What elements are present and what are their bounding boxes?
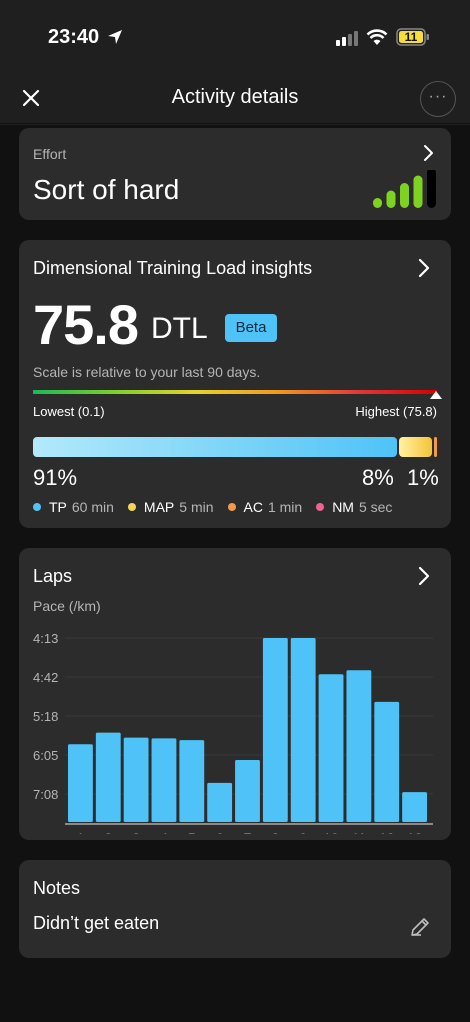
battery-level: 11	[404, 30, 418, 44]
intensity-distribution-bar	[33, 437, 437, 457]
legend-item-ac: AC 1 min	[227, 499, 303, 515]
distribution-segment-map	[399, 437, 432, 457]
y-tick-label: 5:18	[33, 709, 58, 724]
effort-label: Effort	[33, 146, 67, 162]
beta-badge: Beta	[225, 314, 277, 342]
y-tick-label: 6:05	[33, 748, 58, 763]
effort-bar	[373, 198, 382, 208]
x-tick-label: 12	[379, 830, 395, 834]
legend-dot-icon	[33, 503, 41, 511]
legend-name: TP	[49, 499, 67, 515]
distribution-segment-ac	[434, 437, 437, 457]
dtl-scale-bar	[33, 390, 437, 394]
dtl-insights-card[interactable]: Dimensional Training Load insights 75.8 …	[19, 240, 451, 528]
y-tick-label: 4:13	[33, 631, 58, 646]
x-tick-label: 1	[77, 830, 85, 834]
edit-pencil-icon[interactable]	[409, 916, 431, 938]
top-navigation-bar: Activity details ···	[0, 72, 470, 124]
lap-bar[interactable]	[374, 701, 400, 822]
percent-tp: 91%	[33, 465, 78, 490]
chevron-right-icon[interactable]	[417, 566, 431, 586]
status-bar: 23:40 11	[0, 0, 470, 72]
dtl-title: Dimensional Training Load insights	[33, 258, 313, 278]
lap-bar[interactable]	[151, 738, 177, 822]
effort-level-bars	[373, 170, 436, 208]
legend-duration: 5 sec	[358, 499, 393, 515]
x-tick-label: 3	[132, 830, 140, 834]
lap-bar[interactable]	[346, 670, 372, 822]
dtl-value: 75.8	[33, 293, 139, 356]
lap-bar[interactable]	[68, 744, 93, 822]
effort-card[interactable]: Effort Sort of hard	[19, 128, 451, 220]
page-title: Activity details	[171, 86, 299, 108]
legend-dot-icon	[227, 503, 236, 511]
chevron-right-icon[interactable]	[422, 144, 434, 162]
more-icon: ···	[428, 88, 448, 105]
legend-name: AC	[243, 499, 263, 515]
laps-chart-ylabel: Pace (/km)	[33, 598, 101, 614]
legend-item-nm: NM 5 sec	[316, 499, 392, 515]
chevron-right-icon[interactable]	[417, 258, 431, 278]
x-tick-label: 5	[188, 830, 196, 834]
effort-value: Sort of hard	[33, 174, 180, 205]
legend-name: NM	[332, 499, 354, 515]
percent-map: 8%	[362, 465, 394, 490]
legend-dot-icon	[316, 503, 325, 511]
percent-ac: 1%	[407, 465, 439, 490]
y-tick-label: 4:42	[33, 670, 58, 685]
lap-bar[interactable]	[318, 674, 344, 822]
scale-lowest: Lowest (0.1)	[33, 404, 105, 419]
x-tick-label: 8	[271, 830, 279, 834]
lap-bar[interactable]	[95, 732, 121, 822]
laps-pace-chart: 4:134:425:186:057:0812345678910111213	[33, 631, 433, 834]
lap-bar[interactable]	[402, 792, 427, 822]
lap-bar[interactable]	[262, 638, 288, 822]
legend-duration: 5 min	[179, 499, 214, 515]
more-options-button[interactable]: ···	[420, 81, 456, 117]
lap-bar[interactable]	[123, 737, 149, 822]
lap-bar[interactable]	[207, 782, 233, 822]
effort-bar	[427, 170, 436, 208]
status-time: 23:40	[48, 26, 100, 48]
scale-marker-icon	[430, 391, 442, 399]
lap-bar[interactable]	[179, 740, 205, 822]
legend-duration: 1 min	[267, 499, 303, 515]
legend-dot-icon	[127, 503, 136, 511]
dtl-unit: DTL	[151, 312, 208, 345]
legend-item-map: MAP 5 min	[127, 499, 214, 515]
lap-bar[interactable]	[235, 759, 260, 822]
notes-title: Notes	[33, 878, 81, 898]
effort-bar	[413, 175, 423, 208]
x-tick-label: 13	[407, 830, 423, 834]
notes-text: Didn’t get eaten	[33, 913, 160, 933]
effort-bar	[386, 190, 396, 208]
laps-title: Laps	[33, 566, 73, 586]
scale-highest: Highest (75.8)	[355, 404, 437, 419]
x-tick-label: 6	[216, 830, 224, 834]
legend-item-tp: TP 60 min	[33, 499, 114, 515]
location-arrow-icon	[108, 30, 122, 44]
notes-card[interactable]: Notes Didn’t get eaten	[19, 860, 451, 958]
laps-card[interactable]: Laps Pace (/km) 4:134:425:186:057:081234…	[19, 548, 451, 840]
legend-duration: 60 min	[71, 499, 114, 515]
x-tick-label: 7	[244, 830, 252, 834]
x-tick-label: 10	[323, 830, 339, 834]
lap-bar[interactable]	[290, 638, 316, 822]
legend-name: MAP	[143, 499, 175, 515]
distribution-segment-tp	[33, 437, 397, 457]
effort-bar	[400, 183, 409, 208]
scale-note: Scale is relative to your last 90 days.	[33, 364, 261, 380]
activity-details-content[interactable]: Effort Sort of hard Dimensional Training…	[0, 125, 470, 1022]
x-tick-label: 4	[160, 830, 168, 834]
x-tick-label: 2	[104, 830, 112, 834]
intensity-legend: TP 60 min MAP 5 min AC 1 min NM 5 sec	[33, 499, 392, 515]
y-tick-label: 7:08	[33, 787, 58, 802]
signal-icon	[336, 31, 358, 46]
wifi-icon	[366, 29, 388, 45]
x-tick-label: 11	[352, 830, 367, 834]
x-tick-label: 9	[299, 830, 307, 834]
